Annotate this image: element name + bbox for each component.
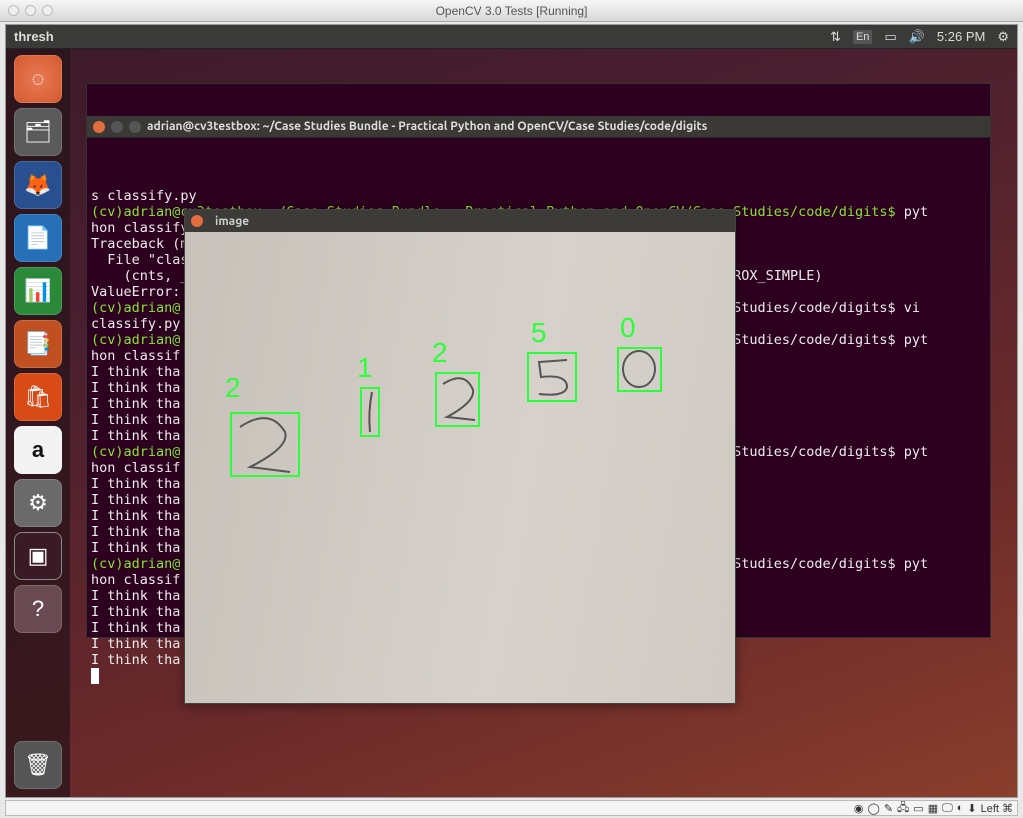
launcher-software[interactable]: 🛍	[14, 373, 62, 421]
term-line: I think tha	[91, 620, 180, 636]
launcher-amazon[interactable]: a	[14, 426, 62, 474]
panel-app-name[interactable]: thresh	[14, 29, 54, 44]
digit-label: 5	[531, 317, 547, 349]
ubuntu-top-panel: thresh ⇅ En ▭ 🔊 5:26 PM ⚙	[6, 25, 1017, 49]
term-line: hon classif	[91, 572, 180, 588]
term-line: I think tha	[91, 636, 180, 652]
term-line: I think tha	[91, 364, 180, 380]
status-icon[interactable]: ▭	[913, 802, 923, 815]
battery-icon[interactable]: ▭	[884, 29, 896, 45]
image-window-title: image	[215, 215, 249, 228]
launcher-impress[interactable]: 📑	[14, 320, 62, 368]
term-line: I think tha	[91, 396, 180, 412]
term-line: pyt	[896, 204, 929, 220]
mac-zoom-button[interactable]	[42, 5, 53, 16]
vm-status-bar: ◉ ◯ ✎ 🖧 ▭ ▦ 🖵 ◐ ⬇ Left ⌘	[5, 800, 1018, 816]
network-icon[interactable]: ⇅	[830, 29, 841, 45]
launcher-writer[interactable]: 📄	[14, 214, 62, 262]
terminal-title-text: adrian@cv3testbox: ~/Case Studies Bundle…	[147, 119, 707, 135]
launcher-firefox[interactable]: 🦊	[14, 161, 62, 209]
image-window-titlebar[interactable]: image	[185, 210, 735, 232]
term-line: ValueError:	[91, 284, 180, 300]
term-line: I think tha	[91, 604, 180, 620]
term-line: hon classif	[91, 348, 180, 364]
terminal-cursor	[91, 668, 99, 684]
term-line: s classify.py	[91, 188, 197, 204]
minimize-icon[interactable]	[111, 121, 123, 133]
terminal-titlebar[interactable]: adrian@cv3testbox: ~/Case Studies Bundle…	[87, 116, 990, 138]
image-window[interactable]: image 2 1 2 5 0	[184, 209, 736, 704]
status-host-key: Left ⌘	[981, 802, 1013, 815]
unity-launcher: ◌ 🗂 🦊 📄 📊 📑 🛍 a ⚙ ▣ ? 🗑	[6, 49, 70, 797]
status-icon[interactable]: ⬇	[967, 802, 976, 815]
launcher-settings[interactable]: ⚙	[14, 479, 62, 527]
mac-minimize-button[interactable]	[25, 5, 36, 16]
launcher-terminal[interactable]: ▣	[14, 532, 62, 580]
term-prompt: (cv)adrian@	[91, 300, 180, 316]
close-icon[interactable]	[191, 215, 203, 227]
launcher-calc[interactable]: 📊	[14, 267, 62, 315]
close-icon[interactable]	[93, 121, 105, 133]
digit-label: 0	[620, 312, 636, 344]
mac-traffic-lights[interactable]	[0, 5, 53, 16]
mac-close-button[interactable]	[8, 5, 19, 16]
volume-icon[interactable]: 🔊	[909, 29, 925, 45]
mac-window-title: OpenCV 3.0 Tests [Running]	[0, 4, 1023, 18]
digit-label: 2	[432, 337, 448, 369]
status-icon[interactable]: ◯	[868, 802, 880, 815]
keyboard-indicator[interactable]: En	[853, 30, 872, 44]
status-icon[interactable]: 🖵	[942, 802, 953, 815]
digit-bounding-box	[230, 412, 300, 477]
term-line: I think tha	[91, 380, 180, 396]
term-line: I think tha	[91, 588, 180, 604]
launcher-help[interactable]: ?	[14, 585, 62, 633]
clock[interactable]: 5:26 PM	[937, 29, 985, 44]
status-icon[interactable]: ▦	[928, 802, 938, 815]
term-line: hon classif	[91, 460, 180, 476]
status-icon[interactable]: 🖧	[897, 799, 909, 818]
term-prompt: (cv)adrian@	[91, 556, 180, 572]
term-line: I think tha	[91, 540, 180, 556]
launcher-trash[interactable]: 🗑	[14, 741, 62, 789]
status-icon[interactable]: ◉	[854, 802, 864, 815]
mac-titlebar: OpenCV 3.0 Tests [Running]	[0, 0, 1023, 22]
term-line: I think tha	[91, 508, 180, 524]
status-icon[interactable]: ✎	[884, 802, 893, 815]
launcher-dash[interactable]: ◌	[14, 55, 62, 103]
digit-bounding-box	[435, 372, 480, 427]
term-line: I think tha	[91, 476, 180, 492]
digit-label: 1	[357, 352, 373, 384]
digit-bounding-box	[360, 387, 380, 437]
vm-display: thresh ⇅ En ▭ 🔊 5:26 PM ⚙ ◌ 🗂 🦊 📄 📊 📑 🛍 …	[5, 24, 1018, 798]
image-canvas: 2 1 2 5 0	[185, 232, 735, 703]
status-icon[interactable]: ◐	[957, 802, 964, 814]
term-line: I think tha	[91, 492, 180, 508]
digit-bounding-box	[527, 352, 577, 402]
maximize-icon[interactable]	[129, 121, 141, 133]
term-prompt: (cv)adrian@	[91, 444, 180, 460]
term-line: I think tha	[91, 524, 180, 540]
digit-bounding-box	[617, 347, 662, 392]
gear-icon[interactable]: ⚙	[997, 29, 1009, 45]
term-prompt: (cv)adrian@	[91, 332, 180, 348]
term-line: classify.py	[91, 316, 180, 332]
term-line: I think tha	[91, 652, 180, 668]
term-line: I think tha	[91, 428, 180, 444]
digit-label: 2	[225, 372, 241, 404]
launcher-files[interactable]: 🗂	[14, 108, 62, 156]
term-line: I think tha	[91, 412, 180, 428]
